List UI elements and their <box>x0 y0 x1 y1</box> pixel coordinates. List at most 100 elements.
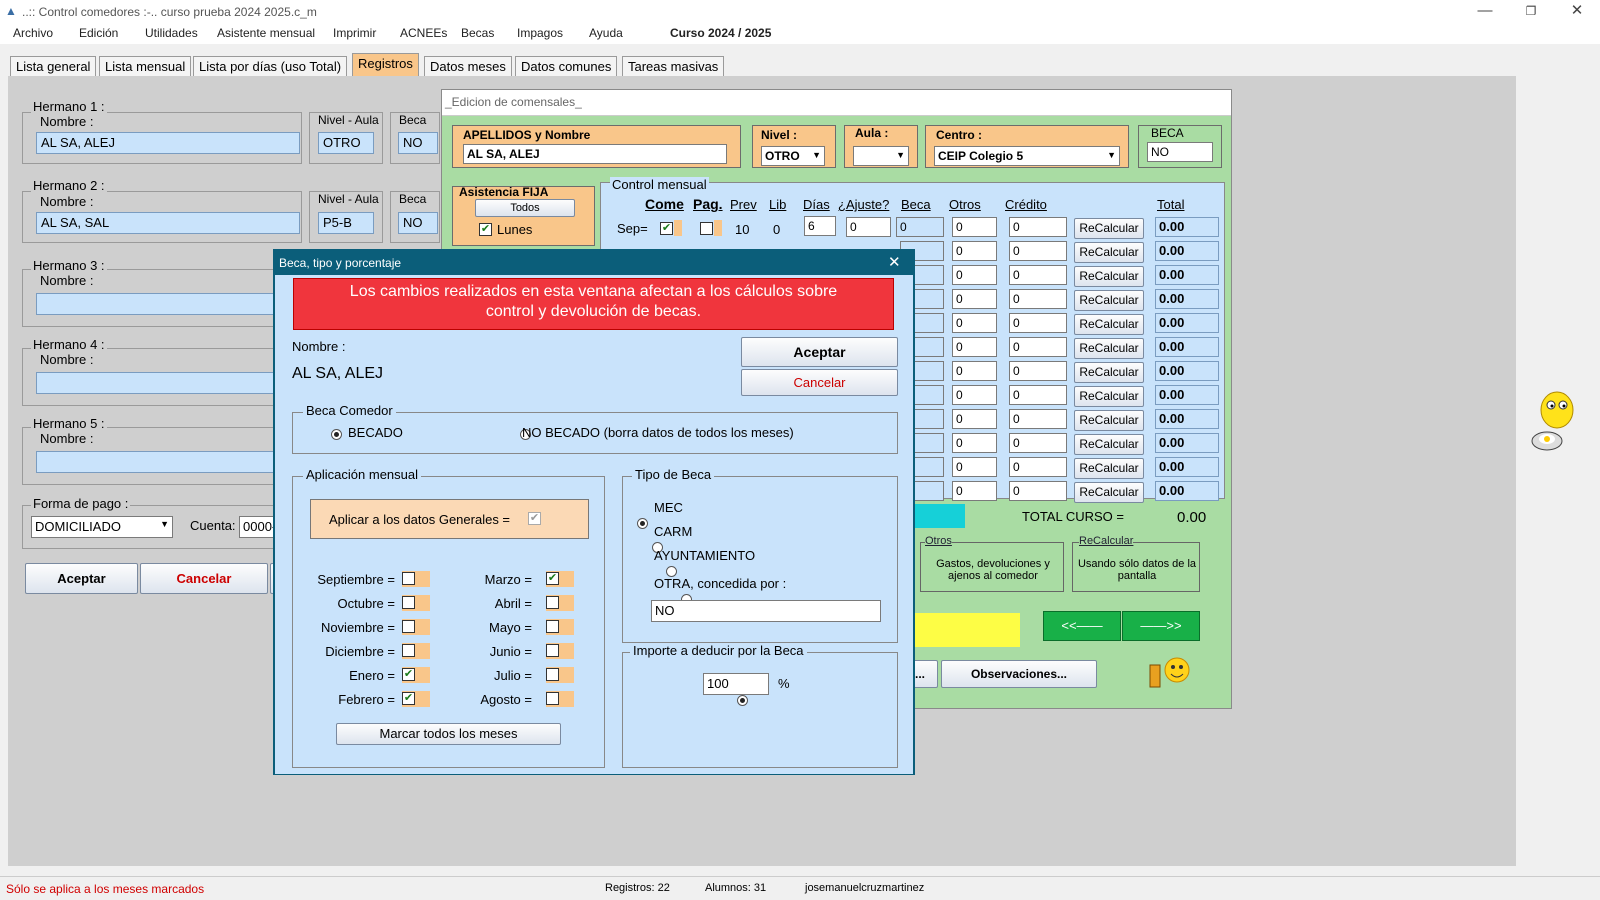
hermano-5-nombre-field[interactable] <box>36 451 276 473</box>
month-checkbox[interactable] <box>402 596 415 609</box>
tab-lista-por-dias[interactable]: Lista por días (uso Total) <box>193 56 348 76</box>
credito-cell[interactable]: 0 <box>1009 385 1067 405</box>
tab-datos-meses[interactable]: Datos meses <box>424 56 512 76</box>
restore-button[interactable]: ❐ <box>1508 0 1554 24</box>
hermano-3-nombre-field[interactable] <box>36 293 276 315</box>
aceptar-button[interactable]: Aceptar <box>25 563 138 594</box>
observaciones-button[interactable]: Observaciones... <box>941 660 1097 688</box>
otros-cell[interactable]: 0 <box>952 289 997 309</box>
otra-concedida-field[interactable]: NO <box>651 600 881 622</box>
minimize-button[interactable]: — <box>1462 0 1508 24</box>
becado-radio[interactable] <box>331 429 342 440</box>
menu-utilidades[interactable]: Utilidades <box>145 26 198 40</box>
tab-lista-mensual[interactable]: Lista mensual <box>99 56 192 76</box>
importe-radio[interactable] <box>736 695 748 706</box>
credito-cell[interactable]: 0 <box>1009 217 1067 237</box>
recalcular-button[interactable]: ReCalcular <box>1074 458 1144 479</box>
month-checkbox[interactable]: ✔ <box>402 668 415 681</box>
tab-lista-general[interactable]: Lista general <box>10 56 97 76</box>
otros-cell[interactable]: 0 <box>952 313 997 333</box>
importe-field[interactable]: 100 <box>703 673 769 695</box>
aula-select[interactable]: ▼ <box>853 146 909 166</box>
credito-cell[interactable]: 0 <box>1009 337 1067 357</box>
recalcular-button[interactable]: ReCalcular <box>1074 434 1144 455</box>
hermano-1-nombre-field[interactable]: AL SA, ALEJ <box>36 132 300 154</box>
credito-cell[interactable]: 0 <box>1009 457 1067 477</box>
beca-dialog-close-button[interactable]: ✕ <box>888 253 901 271</box>
recalcular-button[interactable]: ReCalcular <box>1074 362 1144 383</box>
recalcular-button[interactable]: ReCalcular <box>1074 314 1144 335</box>
tipo-mec-radio[interactable] <box>637 518 648 529</box>
month-checkbox[interactable]: ✔ <box>546 572 559 585</box>
credito-cell[interactable]: 0 <box>1009 289 1067 309</box>
otros-cell[interactable]: 0 <box>952 481 997 501</box>
hermano-1-beca-field[interactable]: NO <box>398 132 438 154</box>
assistant-smiley-icon[interactable] <box>1530 383 1585 463</box>
next-record-button[interactable]: ——>> <box>1122 611 1200 641</box>
sep-ajuste-field[interactable]: 0 <box>846 217 891 237</box>
otros-cell[interactable]: 0 <box>952 217 997 237</box>
menu-impagos[interactable]: Impagos <box>517 26 563 40</box>
recalcular-button[interactable]: ReCalcular <box>1074 338 1144 359</box>
dialog-cancelar-button[interactable]: Cancelar <box>741 369 898 396</box>
month-checkbox[interactable] <box>546 596 559 609</box>
menu-imprimir[interactable]: Imprimir <box>333 26 376 40</box>
lunes-checkbox[interactable]: ✔ <box>479 223 492 236</box>
forma-pago-select[interactable]: DOMICILIADO ▼ <box>31 516 173 538</box>
month-checkbox[interactable] <box>402 644 415 657</box>
cancelar-button[interactable]: Cancelar <box>140 563 268 594</box>
otros-cell[interactable]: 0 <box>952 337 997 357</box>
close-window-button[interactable]: ✕ <box>1554 0 1600 24</box>
otros-cell[interactable]: 0 <box>952 361 997 381</box>
otros-cell[interactable]: 0 <box>952 385 997 405</box>
otros-cell[interactable]: 0 <box>952 457 997 477</box>
month-checkbox[interactable] <box>546 668 559 681</box>
beca-field[interactable]: NO <box>1147 142 1213 162</box>
sep-come-checkbox[interactable]: ✔ <box>660 222 673 235</box>
credito-cell[interactable]: 0 <box>1009 361 1067 381</box>
sep-dias-field[interactable]: 6 <box>804 216 836 236</box>
dialog-aceptar-button[interactable]: Aceptar <box>741 337 898 367</box>
month-checkbox[interactable] <box>546 644 559 657</box>
recalcular-button[interactable]: ReCalcular <box>1074 482 1144 503</box>
recalcular-button[interactable]: ReCalcular <box>1074 242 1144 263</box>
tab-registros[interactable]: Registros <box>352 53 419 76</box>
sep-pag-checkbox[interactable] <box>700 222 713 235</box>
nivel-select[interactable]: OTRO ▼ <box>761 146 825 166</box>
credito-cell[interactable]: 0 <box>1009 313 1067 333</box>
otros-cell[interactable]: 0 <box>952 265 997 285</box>
recalcular-button[interactable]: ReCalcular <box>1074 218 1144 239</box>
credito-cell[interactable]: 0 <box>1009 241 1067 261</box>
aplicar-generales-checkbox[interactable]: ✔ <box>528 512 541 525</box>
credito-cell[interactable]: 0 <box>1009 433 1067 453</box>
credito-cell[interactable]: 0 <box>1009 409 1067 429</box>
month-checkbox[interactable] <box>546 620 559 633</box>
menu-archivo[interactable]: Archivo <box>13 26 53 40</box>
month-checkbox[interactable] <box>402 572 415 585</box>
otros-cell[interactable]: 0 <box>952 433 997 453</box>
otros-cell[interactable]: 0 <box>952 241 997 261</box>
previous-record-button[interactable]: <<—— <box>1043 611 1121 641</box>
month-checkbox[interactable] <box>402 620 415 633</box>
hermano-1-nivel-field[interactable]: OTRO <box>318 132 374 154</box>
hermano-2-nombre-field[interactable]: AL SA, SAL <box>36 212 300 234</box>
otros-cell[interactable]: 0 <box>952 409 997 429</box>
menu-asistente-mensual[interactable]: Asistente mensual <box>217 26 315 40</box>
hermano-4-nombre-field[interactable] <box>36 372 276 394</box>
hermano-2-beca-field[interactable]: NO <box>398 212 438 234</box>
recalcular-button[interactable]: ReCalcular <box>1074 290 1144 311</box>
credito-cell[interactable]: 0 <box>1009 265 1067 285</box>
tab-datos-comunes[interactable]: Datos comunes <box>515 56 618 76</box>
tab-tareas-masivas[interactable]: Tareas masivas <box>622 56 725 76</box>
recalcular-button[interactable]: ReCalcular <box>1074 386 1144 407</box>
recalcular-button[interactable]: ReCalcular <box>1074 266 1144 287</box>
marcar-todos-button[interactable]: Marcar todos los meses <box>336 723 561 745</box>
month-checkbox[interactable] <box>546 692 559 705</box>
recalcular-button[interactable]: ReCalcular <box>1074 410 1144 431</box>
credito-cell[interactable]: 0 <box>1009 481 1067 501</box>
todos-button[interactable]: Todos <box>475 199 575 217</box>
month-checkbox[interactable]: ✔ <box>402 692 415 705</box>
menu-becas[interactable]: Becas <box>461 26 494 40</box>
apellidos-field[interactable]: AL SA, ALEJ <box>463 144 727 164</box>
menu-acnees[interactable]: ACNEEs <box>400 26 447 40</box>
